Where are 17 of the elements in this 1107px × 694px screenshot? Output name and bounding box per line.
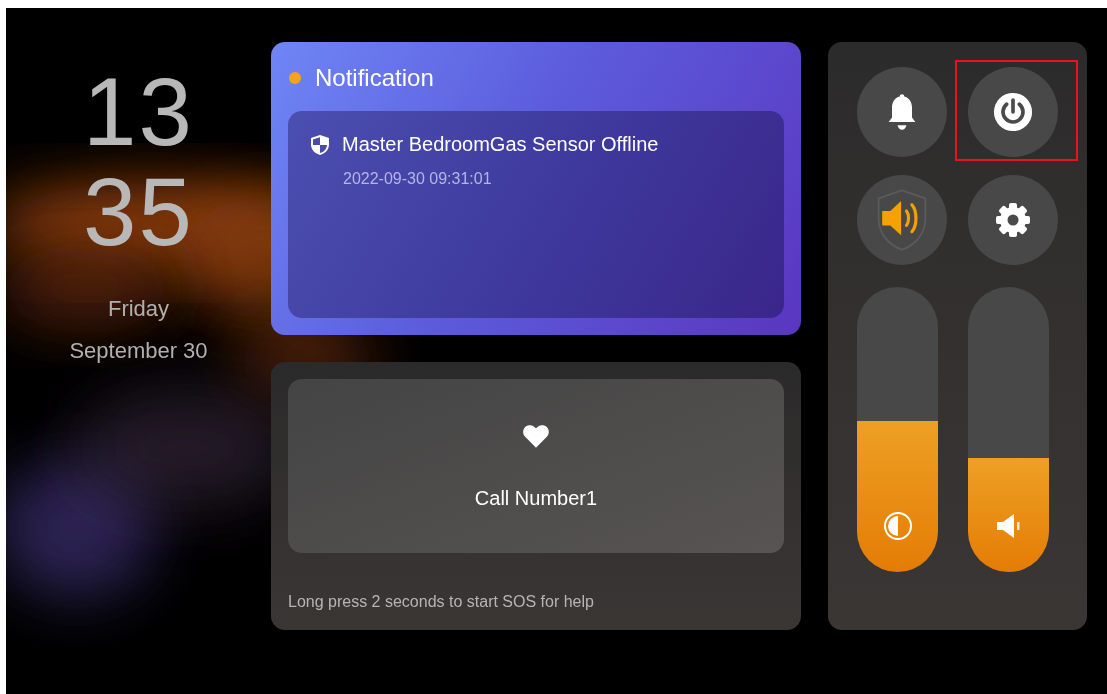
brightness-icon <box>883 511 913 541</box>
notification-time: 2022-09-30 09:31:01 <box>343 170 493 188</box>
settings-icon <box>993 200 1033 240</box>
power-icon <box>993 92 1033 132</box>
shield-icon <box>310 133 330 156</box>
clock-hour: 13 <box>83 62 194 162</box>
notification-message: Master BedroomGas Sensor Offline <box>342 133 659 156</box>
weekday-text: Friday <box>107 296 170 322</box>
speaker-shield-icon <box>875 187 929 253</box>
clock-minute: 35 <box>83 162 194 262</box>
notification-item[interactable]: Master BedroomGas Sensor Offline 2022-09-30 09:31:01 <box>288 111 784 318</box>
power-button[interactable] <box>955 60 1078 161</box>
date-text: September 30 <box>69 338 208 364</box>
heart-icon <box>522 422 550 449</box>
call-button[interactable]: Call Number1 <box>288 379 784 553</box>
card-title: Notification <box>315 64 434 92</box>
hint-text: Long press 2 seconds to start SOS for help <box>288 593 595 611</box>
